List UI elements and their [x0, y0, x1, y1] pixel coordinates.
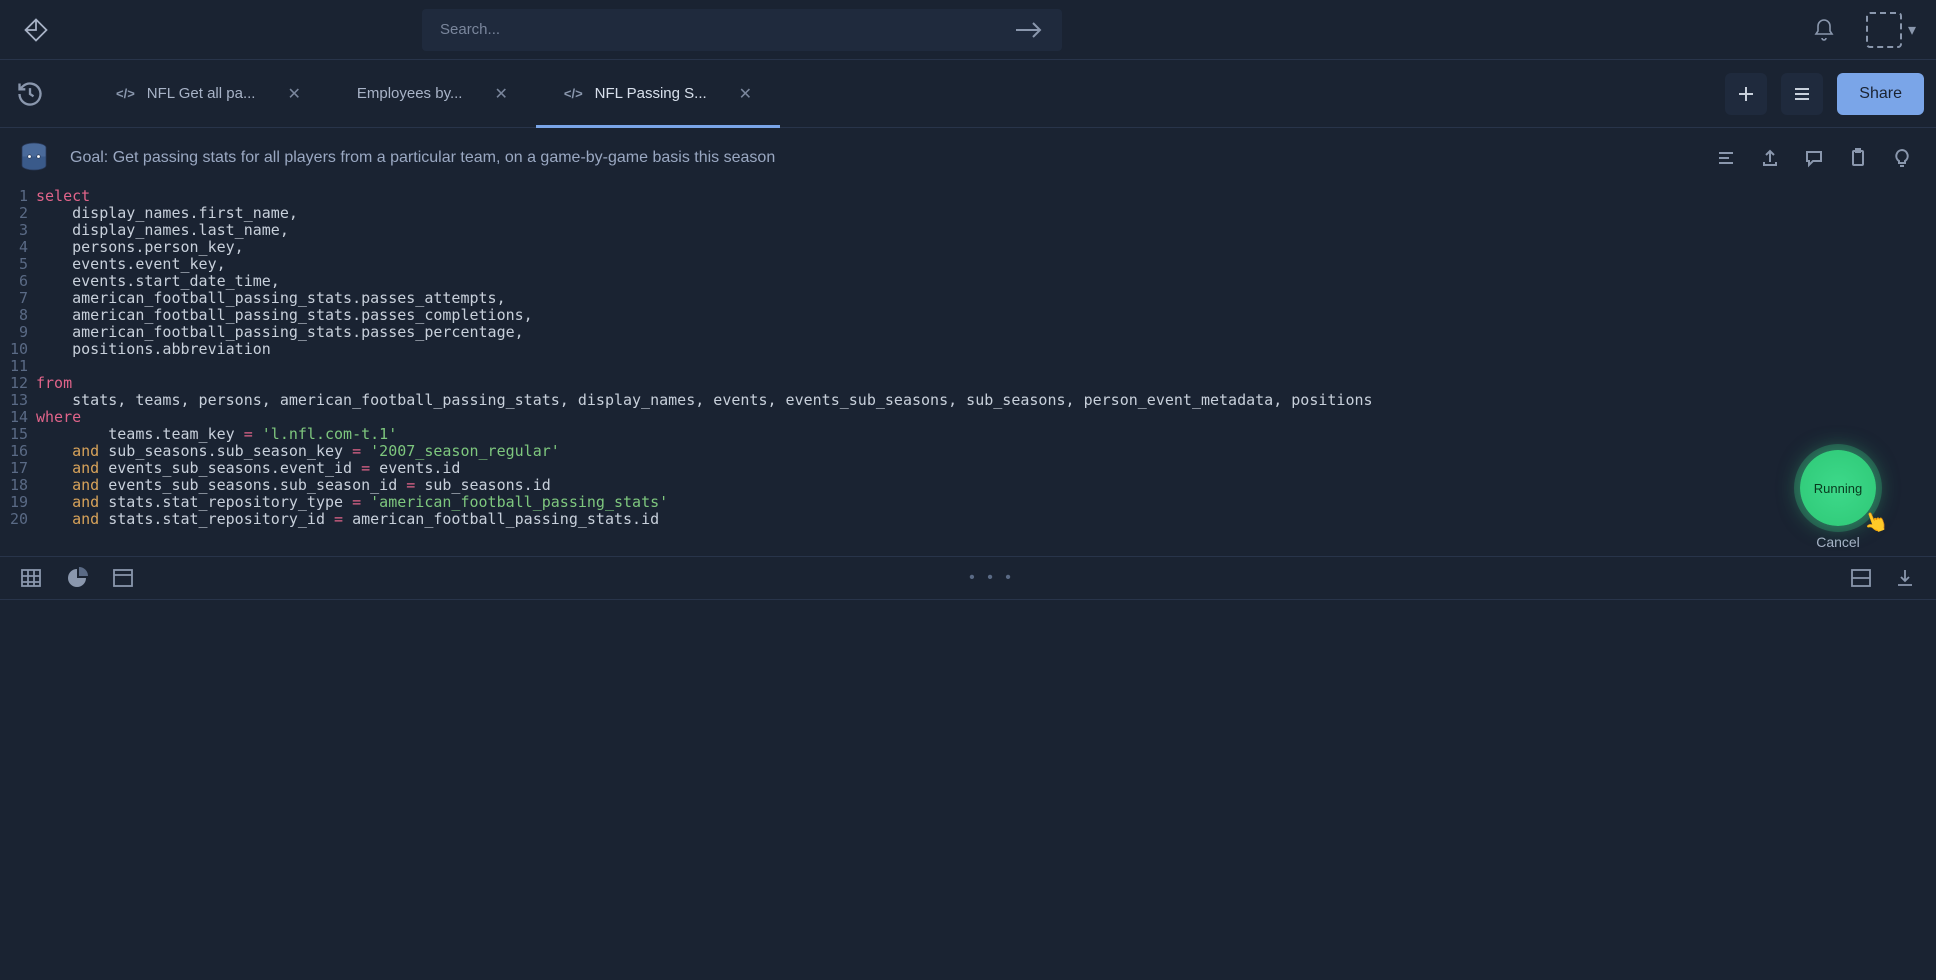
list-view-button[interactable] [1781, 73, 1823, 115]
user-avatar [1866, 12, 1902, 48]
search-input[interactable] [440, 21, 1014, 38]
new-tab-button[interactable] [1725, 73, 1767, 115]
tab-label: NFL Get all pa... [147, 85, 256, 102]
goal-bar: Goal: Get passing stats for all players … [0, 128, 1936, 188]
loading-indicator: • • • [134, 569, 1850, 587]
user-menu[interactable]: ▾ [1866, 12, 1916, 48]
table-view-icon[interactable] [20, 567, 42, 589]
share-button[interactable]: Share [1837, 73, 1924, 115]
tab-bar: </>NFL Get all pa...✕Employees by...✕</>… [0, 60, 1936, 128]
chart-view-icon[interactable] [66, 567, 88, 589]
history-icon[interactable] [12, 76, 48, 112]
panel-view-icon[interactable] [112, 567, 134, 589]
close-icon[interactable]: ✕ [739, 84, 752, 104]
tab-0[interactable]: </> NFL Get all pa... ✕ [88, 60, 329, 128]
code-icon: </> [564, 86, 583, 101]
close-icon[interactable]: ✕ [287, 84, 300, 104]
database-icon[interactable] [14, 138, 54, 178]
app-logo[interactable] [20, 14, 52, 46]
top-bar: ▾ [0, 0, 1936, 60]
layout-icon[interactable] [1850, 567, 1872, 589]
tab-1[interactable]: Employees by... ✕ [329, 60, 536, 128]
run-area: Running Cancel [1800, 450, 1876, 550]
results-toolbar: • • • [0, 556, 1936, 600]
format-icon[interactable] [1706, 138, 1746, 178]
hint-icon[interactable] [1882, 138, 1922, 178]
clipboard-icon[interactable] [1838, 138, 1878, 178]
tab-2[interactable]: </> NFL Passing S... ✕ [536, 60, 780, 128]
chevron-down-icon: ▾ [1908, 20, 1916, 40]
close-icon[interactable]: ✕ [494, 84, 507, 104]
search-box[interactable] [422, 9, 1062, 51]
download-icon[interactable] [1894, 567, 1916, 589]
sql-editor[interactable]: 1234567891011121314151617181920 select d… [0, 188, 1936, 538]
tab-label: Employees by... [357, 85, 463, 102]
tab-label: NFL Passing S... [595, 85, 707, 102]
code-icon: </> [116, 86, 135, 101]
run-button[interactable]: Running [1800, 450, 1876, 526]
comment-icon[interactable] [1794, 138, 1834, 178]
notifications-icon[interactable] [1812, 18, 1836, 42]
search-submit-icon[interactable] [1014, 21, 1044, 39]
export-icon[interactable] [1750, 138, 1790, 178]
cancel-button[interactable]: Cancel [1816, 534, 1860, 550]
goal-text[interactable]: Goal: Get passing stats for all players … [70, 149, 1706, 167]
